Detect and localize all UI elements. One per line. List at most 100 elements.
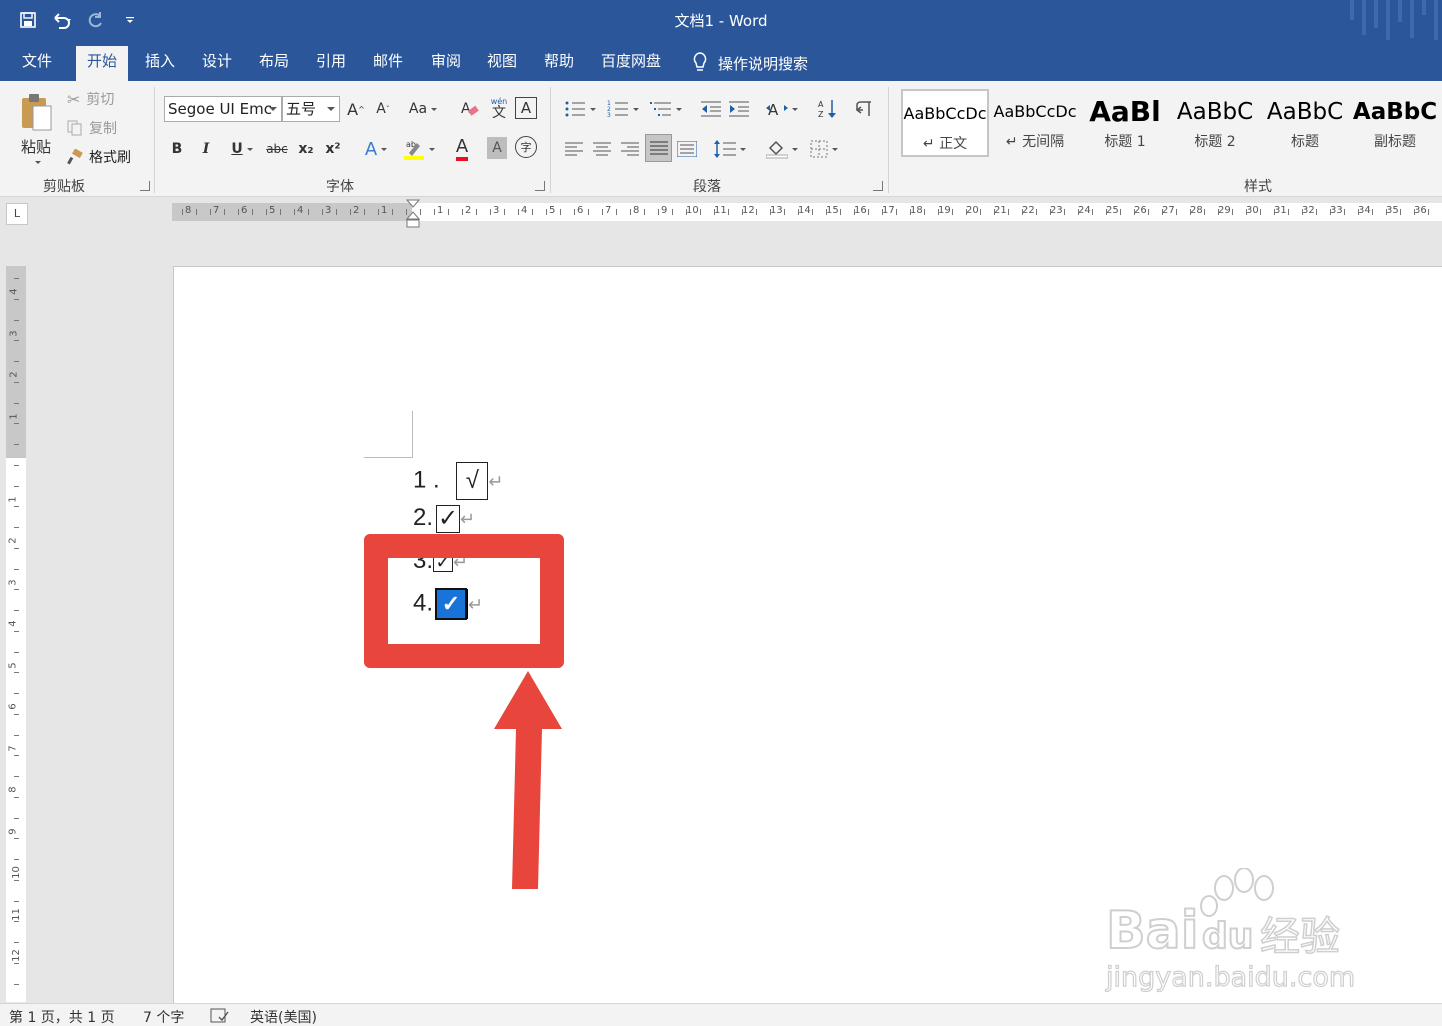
copy-button[interactable]: 复制 xyxy=(67,118,117,138)
subscript-button[interactable]: x₂ xyxy=(295,137,317,161)
horizontal-ruler[interactable]: 8 7 6 5 4 3 2 1 1 2 3 4 5 6 7 8 9 10 11 12 13 14 15 16 17 18 19 20 2… xyxy=(172,199,1442,228)
align-center-button[interactable] xyxy=(590,137,614,161)
style-heading-2[interactable]: AaBbC 标题 2 xyxy=(1171,89,1259,157)
tab-help[interactable]: 帮助 xyxy=(533,46,585,81)
char-border-button[interactable]: A xyxy=(515,97,537,119)
clear-format-button[interactable]: A xyxy=(458,97,482,121)
paste-label: 粘贴 xyxy=(20,138,51,156)
indent-markers-icon[interactable] xyxy=(406,199,420,229)
superscript-button[interactable]: x² xyxy=(322,137,344,161)
vertical-ruler[interactable]: 4 3 2 1 1 2 3 4 5 6 7 8 9 10 11 12 xyxy=(6,266,26,1002)
font-launcher-icon[interactable] xyxy=(535,181,545,191)
ruler-tick-label: 4 xyxy=(521,205,528,216)
increase-indent-button[interactable] xyxy=(727,97,751,121)
ruler-tick-mark xyxy=(14,796,19,798)
show-marks-button[interactable] xyxy=(852,97,876,121)
paste-dropdown-icon[interactable] xyxy=(35,161,41,164)
justify-button[interactable] xyxy=(645,134,672,162)
style-subtitle[interactable]: AaBbC 副标题 xyxy=(1351,89,1439,157)
paste-button[interactable]: 粘贴 xyxy=(16,87,56,169)
ruler-tick-mark xyxy=(1134,209,1135,215)
ruler-tick-label: 1 xyxy=(8,412,20,420)
highlight-color-button[interactable]: ab xyxy=(400,135,438,163)
tab-home[interactable]: 开始 xyxy=(76,46,129,81)
ruler-tick-mark xyxy=(1036,209,1037,215)
styles-gallery: AaBbCcDc ↵ 正文 AaBbCcDc ↵ 无间隔 AaBl 标题 1 A… xyxy=(899,89,1442,159)
list-item[interactable]: 2. ✓ ↵ xyxy=(413,504,475,533)
tab-mailings[interactable]: 邮件 xyxy=(362,46,414,81)
bullets-icon xyxy=(565,101,585,117)
bold-button[interactable]: B xyxy=(166,137,188,161)
align-left-button[interactable] xyxy=(562,137,586,161)
ruler-tick-label: 2 xyxy=(465,205,472,216)
style-normal[interactable]: AaBbCcDc ↵ 正文 xyxy=(901,89,989,157)
tab-selector[interactable]: L xyxy=(6,203,28,225)
distributed-button[interactable] xyxy=(675,137,699,161)
ruler-tick-mark xyxy=(14,713,19,715)
svg-text:经验: 经验 xyxy=(1260,914,1340,960)
tab-baidu-netdisk[interactable]: 百度网盘 xyxy=(590,46,672,81)
ruler-tick-label: 1 xyxy=(437,205,444,216)
change-case-button[interactable]: Aa xyxy=(406,97,440,121)
tab-view[interactable]: 视图 xyxy=(476,46,528,81)
proofing-icon[interactable] xyxy=(210,1008,230,1026)
font-name-combo[interactable]: Segoe UI Emc xyxy=(164,96,282,122)
align-center-icon xyxy=(593,142,611,156)
enclose-char-label: 字 xyxy=(520,141,532,154)
bullets-button[interactable] xyxy=(562,97,598,121)
format-painter-button[interactable]: 格式刷 xyxy=(67,147,131,167)
tab-references[interactable]: 引用 xyxy=(305,46,357,81)
numbering-button[interactable]: 123 xyxy=(605,97,641,121)
line-spacing-button[interactable] xyxy=(712,137,748,161)
tab-review[interactable]: 审阅 xyxy=(420,46,472,81)
ruler-tick-mark xyxy=(392,209,393,215)
font-size-combo[interactable]: 五号 xyxy=(282,96,340,122)
tell-me-search[interactable]: 操作说明搜索 xyxy=(692,52,808,74)
enclose-char-button[interactable]: 字 xyxy=(515,136,537,158)
ruler-tick-label: 17 xyxy=(882,205,895,216)
borders-button[interactable] xyxy=(806,137,842,161)
ruler-tick-mark xyxy=(714,209,715,215)
style-no-spacing[interactable]: AaBbCcDc ↵ 无间隔 xyxy=(991,89,1079,157)
ruler-tick-mark xyxy=(938,209,939,215)
ruler-tick-mark xyxy=(1204,209,1205,215)
grow-font-button[interactable]: A ^ xyxy=(346,97,366,121)
tab-design[interactable]: 设计 xyxy=(191,46,243,81)
shrink-font-button[interactable]: Aˇ xyxy=(373,97,393,121)
shading-button[interactable] xyxy=(764,137,800,161)
word-count[interactable]: 7 个字 xyxy=(143,1007,184,1026)
ruler-tick-mark xyxy=(1190,209,1191,215)
strikethrough-button[interactable]: abc xyxy=(264,137,290,161)
margin-corner-mark xyxy=(412,411,413,458)
ruler-tick-label: 36 xyxy=(1414,205,1427,216)
sort-button[interactable]: AZ xyxy=(816,97,840,121)
page-count[interactable]: 第 1 页，共 1 页 xyxy=(9,1007,115,1026)
phonetic-guide-button[interactable]: wén 文 xyxy=(487,95,511,123)
language[interactable]: 英语(美国) xyxy=(250,1007,317,1026)
font-color-button[interactable]: A xyxy=(443,135,481,163)
italic-button[interactable]: I xyxy=(195,137,217,161)
text-effects-button[interactable]: A xyxy=(360,137,392,161)
ruler-tick-mark xyxy=(14,423,19,425)
tab-insert[interactable]: 插入 xyxy=(134,46,186,81)
style-heading-1[interactable]: AaBl 标题 1 xyxy=(1081,89,1169,157)
lightbulb-icon xyxy=(693,52,707,71)
chinese-layout-button[interactable]: A xyxy=(764,97,800,121)
char-shading-button[interactable]: A xyxy=(487,137,507,159)
line-spacing-icon xyxy=(714,140,736,158)
multilevel-list-button[interactable] xyxy=(648,97,684,121)
status-bar: 第 1 页，共 1 页 7 个字 英语(美国) xyxy=(0,1003,1442,1026)
ruler-tick-label: 28 xyxy=(1190,205,1203,216)
decrease-indent-button[interactable] xyxy=(699,97,723,121)
tab-layout[interactable]: 布局 xyxy=(248,46,300,81)
paragraph-launcher-icon[interactable] xyxy=(873,181,883,191)
style-title[interactable]: AaBbC 标题 xyxy=(1261,89,1349,157)
cut-button[interactable]: ✂ 剪切 xyxy=(67,89,114,109)
tab-file[interactable]: 文件 xyxy=(11,46,63,81)
underline-button[interactable]: U xyxy=(224,137,260,161)
align-right-button[interactable] xyxy=(618,137,642,161)
list-item[interactable]: 1 . √ ↵ xyxy=(413,462,503,500)
ruler-tick-label: 4 xyxy=(7,620,19,627)
clipboard-launcher-icon[interactable] xyxy=(140,181,150,191)
ruler-tick-label: 1 xyxy=(7,495,19,503)
